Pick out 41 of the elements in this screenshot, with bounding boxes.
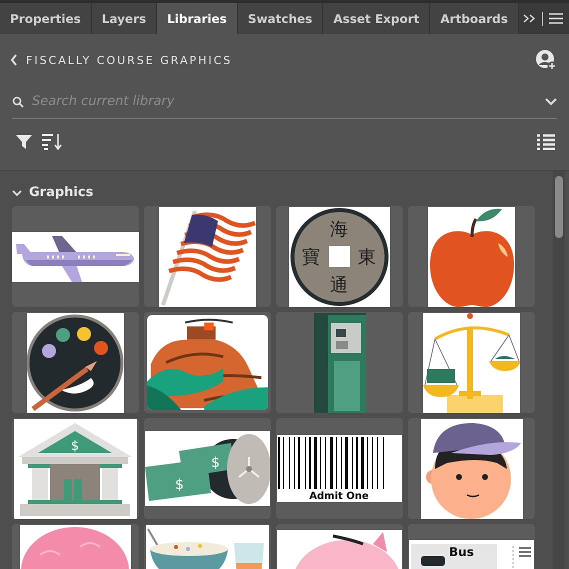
dollar-sign: $ <box>70 438 80 454</box>
filter-icon[interactable] <box>16 134 32 150</box>
back-chevron-icon[interactable] <box>10 54 18 66</box>
graphic-tile[interactable] <box>408 312 535 413</box>
chevron-down-icon[interactable] <box>12 188 22 198</box>
graphic-tile[interactable] <box>408 206 535 307</box>
graphic-tile[interactable] <box>408 418 535 519</box>
panel-tab[interactable]: Artboards <box>430 3 519 34</box>
scrollbar[interactable] <box>553 171 565 569</box>
graphic-tile[interactable]: Bus <box>408 524 535 569</box>
chevron-down-icon[interactable] <box>545 98 557 106</box>
panel-tab[interactable]: Swatches <box>238 3 324 34</box>
search-icon <box>12 96 24 108</box>
section-title[interactable]: Graphics <box>29 185 94 200</box>
sign-caption: Bus <box>449 545 474 559</box>
add-user-icon[interactable] <box>535 49 557 71</box>
ticket-caption: Admit One <box>309 491 369 502</box>
coin-character: 通 <box>330 274 348 296</box>
sort-icon[interactable] <box>42 133 62 150</box>
graphic-tile[interactable]: 海 東 通 寶 <box>276 206 403 307</box>
coin-character: 寶 <box>302 246 320 268</box>
list-view-icon[interactable] <box>537 134 555 150</box>
graphic-tile[interactable]: $ <box>12 418 139 519</box>
graphic-tile[interactable] <box>276 312 403 413</box>
graphic-tile[interactable] <box>12 312 139 413</box>
panel-tab[interactable]: Properties <box>0 3 92 34</box>
coin-character: 東 <box>358 246 376 268</box>
library-title: FISCALLY COURSE GRAPHICS <box>26 54 232 66</box>
panel-tab[interactable]: Layers <box>92 3 158 34</box>
menu-icon[interactable] <box>549 13 563 24</box>
panel-tab[interactable]: Asset Export <box>323 3 430 34</box>
search-field[interactable]: Search current library <box>32 94 545 109</box>
panel-tab[interactable]: Libraries <box>157 3 238 34</box>
dollar-sign: $ <box>175 477 184 493</box>
graphic-tile[interactable] <box>12 206 139 307</box>
double-chevron-icon[interactable] <box>523 14 536 23</box>
dollar-sign: $ <box>211 455 220 471</box>
graphic-tile[interactable]: Admit One <box>276 418 403 519</box>
coin-character: 海 <box>330 218 348 240</box>
graphic-tile[interactable] <box>144 206 271 307</box>
scrollbar-thumb[interactable] <box>555 176 563 238</box>
